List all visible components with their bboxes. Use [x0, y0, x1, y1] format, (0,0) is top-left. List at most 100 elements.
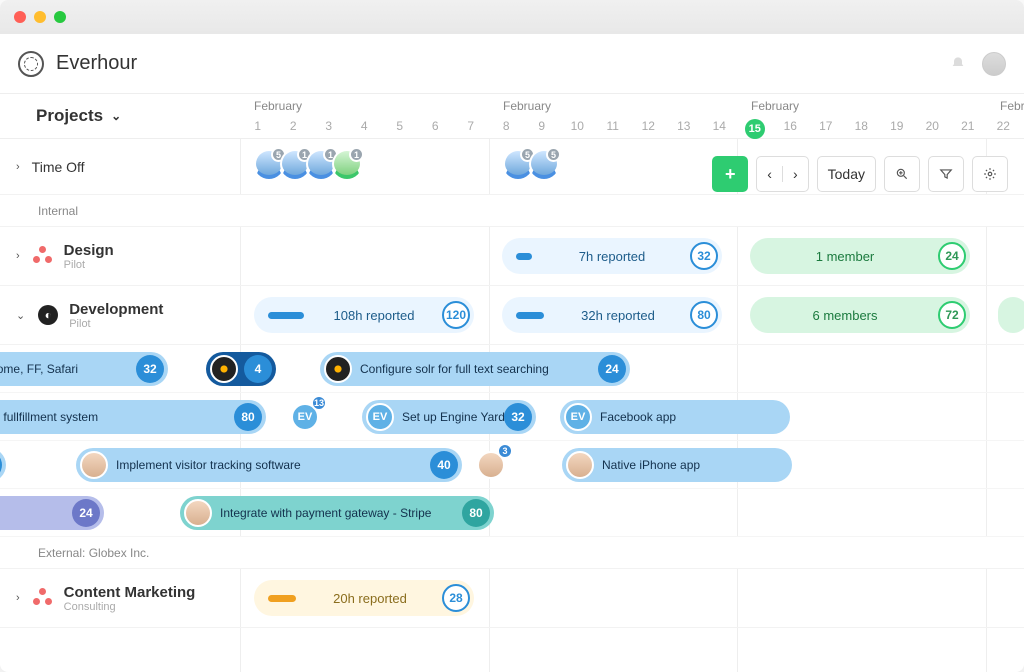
task-icon: [324, 355, 352, 383]
calendar-day[interactable]: 1: [240, 116, 276, 139]
calendar-day[interactable]: 2: [276, 116, 312, 139]
project-title[interactable]: Development: [69, 301, 163, 318]
task-count: 8: [0, 451, 2, 479]
timeoff-avatars-week2: 5 5: [495, 149, 559, 179]
members-pill[interactable]: [998, 297, 1024, 333]
user-avatar[interactable]: [982, 52, 1006, 76]
members-pill[interactable]: 1 member 24: [750, 238, 970, 274]
report-pill[interactable]: 32h reported 80: [502, 297, 722, 333]
projects-dropdown[interactable]: Projects ⌄: [0, 94, 240, 138]
progress-bar: [268, 595, 296, 602]
calendar-day[interactable]: 3: [311, 116, 347, 139]
avatar-count: 5: [546, 147, 561, 162]
app-title: Everhour: [56, 52, 137, 75]
progress-bar: [516, 253, 532, 260]
task-bar[interactable]: Implement site uptime monitor 24: [0, 496, 104, 530]
filter-button[interactable]: [928, 156, 964, 192]
face-icon: [80, 451, 108, 479]
pill-count: 32: [690, 242, 718, 270]
calendar-day[interactable]: 22: [986, 116, 1022, 139]
task-badge: 13: [311, 395, 327, 411]
calendar-day[interactable]: 10: [560, 116, 596, 139]
task-bar[interactable]: Configure solr for full text searching 2…: [320, 352, 630, 386]
projects-label: Projects: [36, 106, 103, 126]
calendar-day[interactable]: 12: [631, 116, 667, 139]
expand-caret[interactable]: ›: [16, 250, 20, 262]
calendar-day[interactable]: 16: [773, 116, 809, 139]
task-text: Integrate with auto order fullfillment s…: [0, 410, 98, 424]
task-bar[interactable]: EV Set up Engine Yard 32: [362, 400, 536, 434]
calendar-day[interactable]: 18: [844, 116, 880, 139]
task-row: Implement site uptime monitor 24 Integra…: [0, 489, 1024, 537]
avatar[interactable]: 5: [529, 149, 559, 179]
pill-text: 7h reported: [546, 249, 678, 264]
month-label: February: [489, 94, 551, 113]
task-bar[interactable]: EV Facebook app: [560, 400, 790, 434]
calendar-day[interactable]: 21: [950, 116, 986, 139]
settings-button[interactable]: [972, 156, 1008, 192]
pill-text: 20h reported: [310, 591, 430, 606]
calendar-day[interactable]: 11: [595, 116, 631, 139]
calendar-day[interactable]: 19: [879, 116, 915, 139]
calendar-day[interactable]: 6: [418, 116, 454, 139]
notification-icon[interactable]: [950, 56, 966, 72]
calendar-day[interactable]: 20: [915, 116, 951, 139]
next-button[interactable]: ›: [783, 166, 808, 182]
project-title[interactable]: Design: [64, 242, 114, 259]
project-sub: Pilot: [64, 259, 114, 271]
task-bar[interactable]: Integrate with payment gateway - Stripe …: [180, 496, 494, 530]
ev-icon: EV: [366, 403, 394, 431]
calendar-day[interactable]: 17: [808, 116, 844, 139]
pill-count: 120: [442, 301, 470, 329]
window-titlebar: [0, 0, 1024, 34]
task-text: Configure solr for full text searching: [360, 362, 549, 376]
add-button[interactable]: +: [712, 156, 748, 192]
calendar-day[interactable]: 4: [347, 116, 383, 139]
project-title[interactable]: Content Marketing: [64, 584, 196, 601]
report-pill[interactable]: 108h reported 120: [254, 297, 474, 333]
calendar-day[interactable]: 7: [453, 116, 489, 139]
month-label: February: [737, 94, 799, 113]
window-close-dot[interactable]: [14, 11, 26, 23]
report-pill[interactable]: 7h reported 32: [502, 238, 722, 274]
prev-button[interactable]: ‹: [757, 166, 783, 182]
expand-caret[interactable]: ›: [16, 161, 20, 173]
today-button[interactable]: Today: [817, 156, 876, 192]
avatar[interactable]: 1: [332, 149, 362, 179]
calendar-day[interactable]: 15: [737, 116, 773, 139]
task-text: Native iPhone app: [602, 458, 700, 472]
calendar-header: February February February Febru 1234567…: [240, 94, 1024, 138]
task-bar[interactable]: 8: [0, 448, 6, 482]
timeoff-label: Time Off: [32, 159, 85, 175]
face-icon: [566, 451, 594, 479]
calendar-day[interactable]: 14: [702, 116, 738, 139]
report-pill[interactable]: 20h reported 28: [254, 580, 474, 616]
task-chip[interactable]: 3: [474, 448, 508, 482]
task-bar[interactable]: Test new website in Chrome, FF, Safari 3…: [0, 352, 168, 386]
task-text: Implement visitor tracking software: [116, 458, 301, 472]
calendar-day[interactable]: 5: [382, 116, 418, 139]
calendar-day[interactable]: 9: [524, 116, 560, 139]
task-bar[interactable]: EV Integrate with auto order fullfillmen…: [0, 400, 266, 434]
calendar-day[interactable]: 13: [666, 116, 702, 139]
task-bar[interactable]: Implement visitor tracking software 40: [76, 448, 462, 482]
filter-icon: [939, 167, 953, 181]
calendar-day[interactable]: 8: [489, 116, 525, 139]
row-design: › Design Pilot 7h reported 32 1 member: [0, 227, 1024, 286]
task-bar[interactable]: 4: [206, 352, 276, 386]
window-max-dot[interactable]: [54, 11, 66, 23]
task-text: Integrate with payment gateway - Stripe: [220, 506, 431, 520]
pill-count: 72: [938, 301, 966, 329]
task-count: 4: [244, 355, 272, 383]
collapse-caret[interactable]: ⌄: [16, 309, 25, 322]
task-bar[interactable]: Native iPhone app: [562, 448, 792, 482]
zoom-button[interactable]: [884, 156, 920, 192]
task-count: 32: [136, 355, 164, 383]
members-pill[interactable]: 6 members 72: [750, 297, 970, 333]
window-min-dot[interactable]: [34, 11, 46, 23]
progress-bar: [516, 312, 544, 319]
expand-caret[interactable]: ›: [16, 592, 20, 604]
task-count: 40: [430, 451, 458, 479]
task-chip[interactable]: EV 13: [288, 400, 322, 434]
app-logo-icon: [18, 51, 44, 77]
